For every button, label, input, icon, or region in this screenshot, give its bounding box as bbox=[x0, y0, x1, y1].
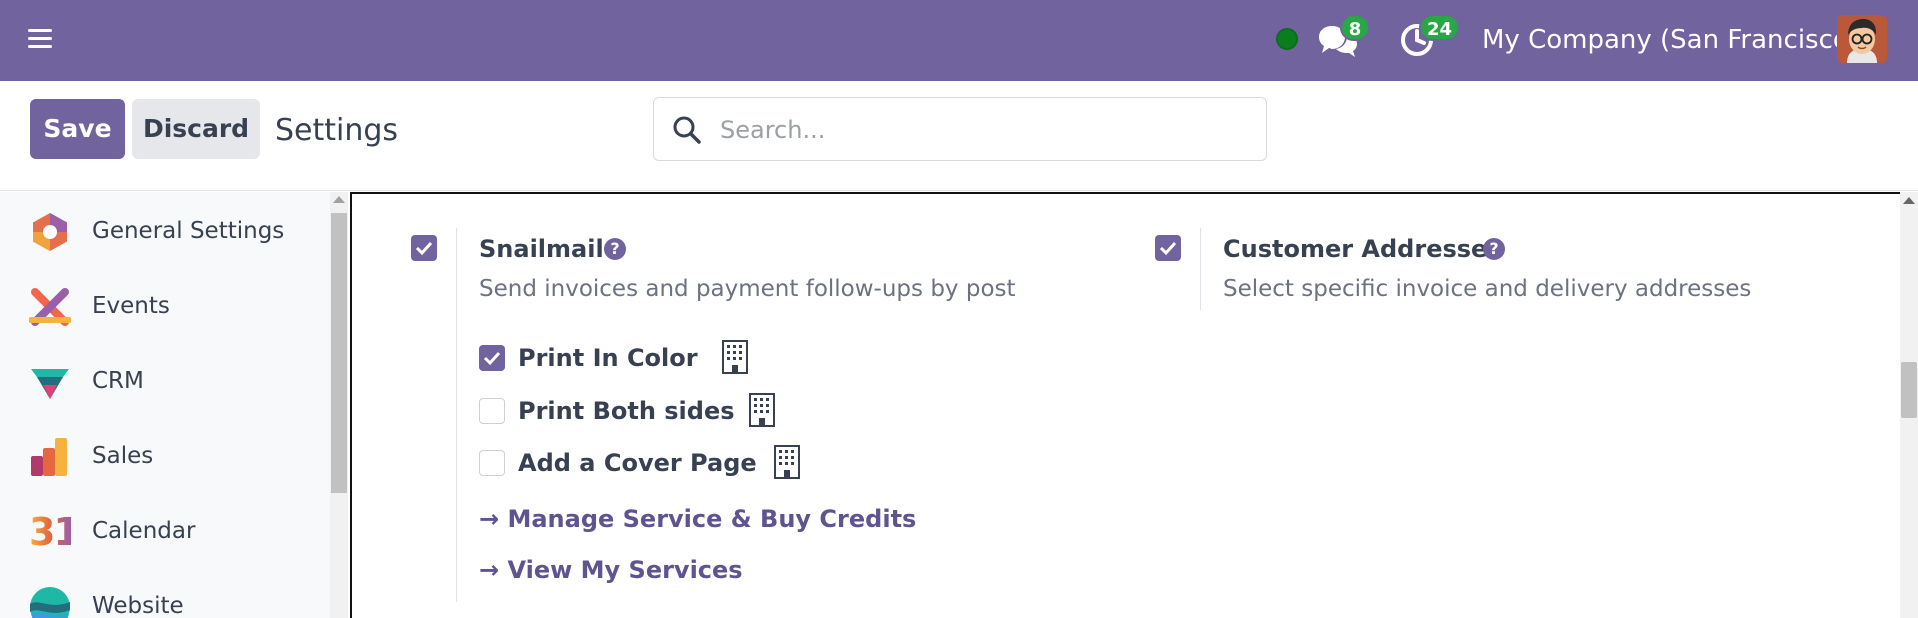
page-title: Settings bbox=[275, 113, 399, 148]
sidebar-item-label: Calendar bbox=[92, 518, 196, 544]
sidebar-scroll-up-icon[interactable] bbox=[333, 196, 345, 203]
sidebar-scrollbar-thumb[interactable] bbox=[331, 213, 347, 493]
sidebar-item-events[interactable]: Events bbox=[0, 276, 330, 336]
company-specific-icon bbox=[722, 340, 748, 374]
calendar-icon: 31 bbox=[29, 510, 80, 554]
sales-icon bbox=[31, 438, 67, 476]
company-switcher[interactable]: My Company (San Francisco) bbox=[1482, 22, 1859, 58]
sidebar-item-label: Website bbox=[92, 593, 184, 618]
sidebar-item-general-settings[interactable]: General Settings bbox=[0, 201, 330, 261]
menu-toggle-icon[interactable] bbox=[28, 29, 52, 49]
control-panel: Save Discard Settings bbox=[0, 81, 1918, 191]
save-button[interactable]: Save bbox=[30, 99, 125, 159]
snailmail-help-icon[interactable]: ? bbox=[604, 238, 626, 260]
snailmail-description: Send invoices and payment follow-ups by … bbox=[479, 276, 1016, 302]
add-cover-page-checkbox[interactable] bbox=[479, 450, 505, 476]
activity-count-badge: 24 bbox=[1419, 14, 1461, 41]
snailmail-title: Snailmail bbox=[479, 235, 604, 263]
sidebar-item-calendar[interactable]: 31 Calendar bbox=[0, 501, 330, 561]
print-both-sides-label[interactable]: Print Both sides bbox=[518, 394, 735, 428]
events-icon bbox=[29, 288, 71, 326]
search-box[interactable] bbox=[653, 97, 1267, 161]
content-scrollbar-thumb[interactable] bbox=[1901, 362, 1917, 418]
content-scroll-up-icon[interactable] bbox=[1903, 197, 1915, 204]
user-avatar[interactable] bbox=[1837, 15, 1887, 63]
manage-service-link[interactable]: → Manage Service & Buy Credits bbox=[479, 502, 916, 536]
company-specific-icon bbox=[749, 393, 775, 427]
search-icon bbox=[673, 116, 701, 144]
settings-sidebar: General Settings Events CRM Sales 31 Cal… bbox=[0, 192, 330, 618]
snailmail-checkbox[interactable] bbox=[411, 235, 437, 261]
customer-addresses-description: Select specific invoice and delivery add… bbox=[1223, 276, 1752, 302]
setting-divider bbox=[456, 228, 457, 602]
customer-addresses-help-icon[interactable]: ? bbox=[1483, 238, 1505, 260]
company-specific-icon bbox=[774, 445, 800, 479]
customer-addresses-checkbox[interactable] bbox=[1155, 235, 1181, 261]
customer-addresses-title: Customer Addresses bbox=[1223, 235, 1502, 263]
sidebar-item-label: General Settings bbox=[92, 218, 285, 244]
website-icon bbox=[30, 587, 70, 618]
add-cover-page-label[interactable]: Add a Cover Page bbox=[518, 446, 757, 480]
general-settings-icon bbox=[33, 213, 67, 251]
print-in-color-label[interactable]: Print In Color bbox=[518, 341, 698, 375]
sidebar-item-website[interactable]: Website bbox=[0, 576, 330, 618]
sidebar-item-label: Events bbox=[92, 293, 170, 319]
presence-status-icon bbox=[1276, 28, 1298, 50]
search-input[interactable] bbox=[720, 110, 1250, 150]
sidebar-item-label: CRM bbox=[92, 368, 144, 394]
crm-icon bbox=[31, 369, 69, 399]
messages-count-badge: 8 bbox=[1340, 14, 1370, 41]
print-in-color-checkbox[interactable] bbox=[479, 345, 505, 371]
settings-content: Snailmail ? Send invoices and payment fo… bbox=[350, 192, 1900, 618]
sidebar-item-label: Sales bbox=[92, 443, 154, 469]
sidebar-item-crm[interactable]: CRM bbox=[0, 351, 330, 411]
sidebar-item-sales[interactable]: Sales bbox=[0, 426, 330, 486]
print-both-sides-checkbox[interactable] bbox=[479, 398, 505, 424]
view-my-services-link[interactable]: → View My Services bbox=[479, 553, 743, 587]
discard-button[interactable]: Discard bbox=[132, 99, 260, 159]
top-navbar: 8 24 My Company (San Francisco) bbox=[0, 0, 1918, 81]
setting-divider bbox=[1200, 228, 1201, 310]
